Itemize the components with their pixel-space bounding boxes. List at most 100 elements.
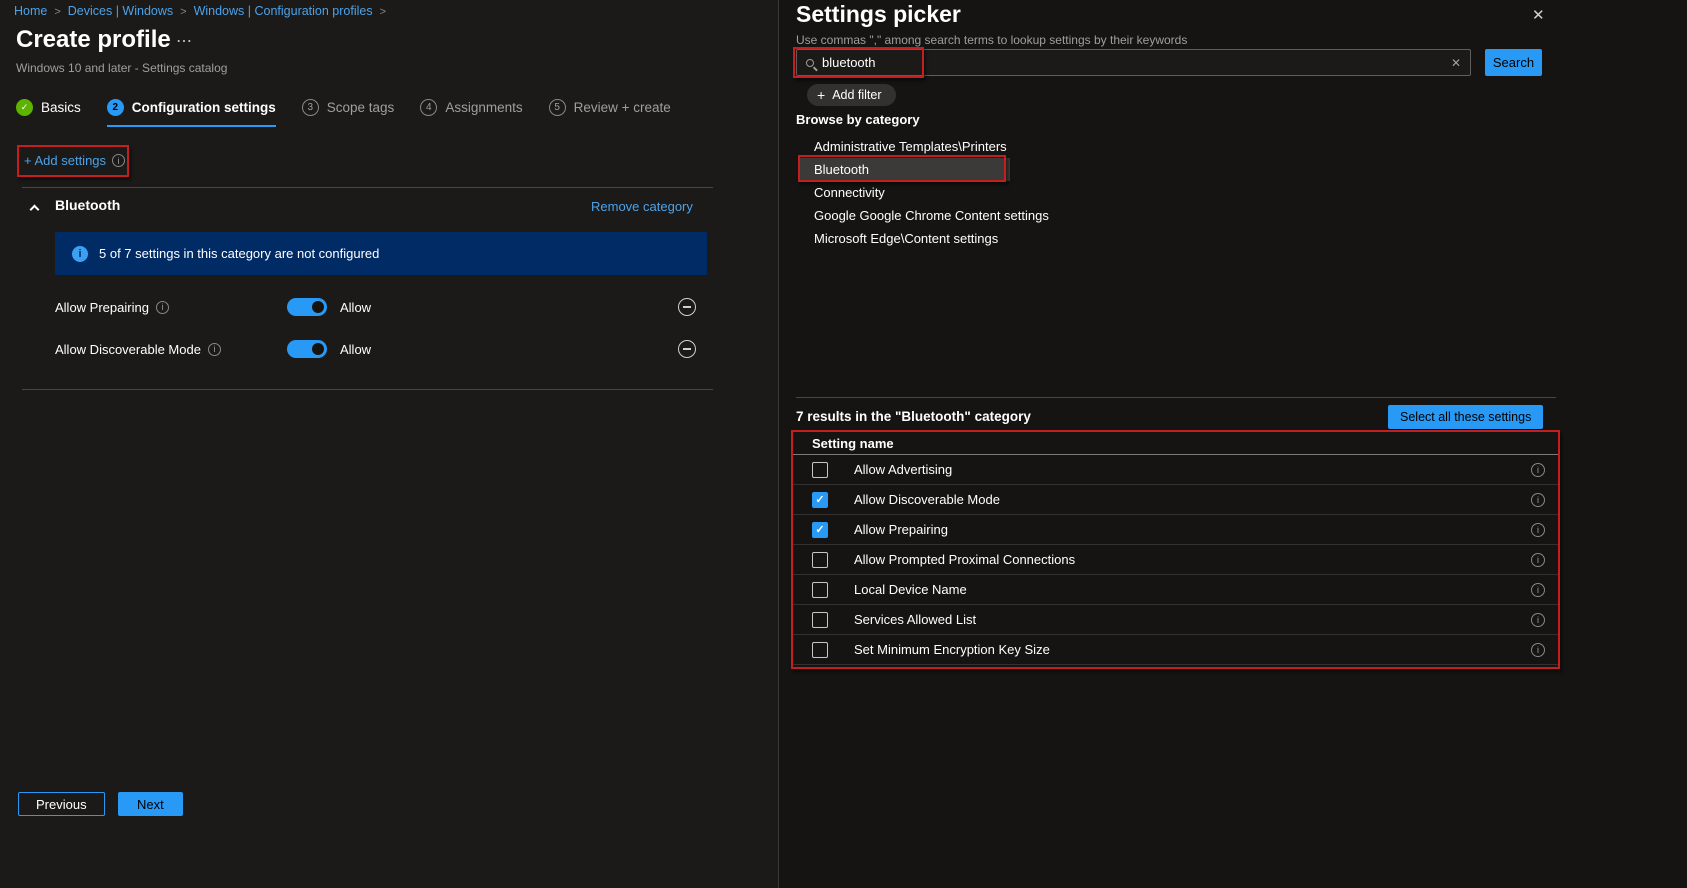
step-label: Basics: [41, 100, 81, 115]
select-all-settings-button[interactable]: Select all these settings: [1388, 405, 1544, 429]
create-profile-page: Home > Devices | Windows > Windows | Configu…: [0, 0, 778, 888]
search-input-container: ✕: [796, 49, 1471, 76]
info-icon: [72, 245, 88, 262]
step-number-badge: 5: [548, 99, 566, 116]
close-icon[interactable]: ✕: [1532, 6, 1545, 24]
setting-name: Allow Discoverable Mode: [854, 492, 1000, 507]
setting-row[interactable]: Allow Discoverable Mode: [793, 485, 1558, 515]
setting-name: Set Minimum Encryption Key Size: [854, 642, 1050, 657]
previous-button[interactable]: Previous: [18, 792, 105, 816]
setting-name: Allow Prepairing: [854, 522, 948, 537]
category-item-microsoft-edge-content-settings[interactable]: Microsoft Edge\Content settings: [800, 227, 1010, 250]
remove-setting-icon[interactable]: [678, 340, 696, 358]
plus-icon: +: [817, 87, 826, 103]
clear-search-icon[interactable]: ✕: [1451, 56, 1461, 70]
info-icon[interactable]: [1531, 642, 1545, 657]
info-icon[interactable]: [1531, 492, 1545, 507]
info-icon[interactable]: [1531, 612, 1545, 627]
breadcrumb-item-devices-windows[interactable]: Devices | Windows: [68, 4, 173, 18]
setting-checkbox[interactable]: [812, 491, 828, 508]
setting-label: Allow Prepairing: [55, 299, 149, 315]
panel-title: Settings picker: [796, 1, 961, 27]
setting-row-allow-prepairing: Allow Prepairing Allow: [55, 296, 715, 318]
search-button[interactable]: Search: [1485, 49, 1542, 76]
info-icon[interactable]: [1531, 462, 1545, 477]
breadcrumb-separator-icon: >: [180, 6, 187, 18]
wizard-steps: ✓ Basics 2 Configuration settings 3 Scop…: [16, 99, 671, 127]
step-number-badge: 3: [301, 99, 319, 116]
category-item-connectivity[interactable]: Connectivity: [800, 181, 1010, 204]
step-review-create[interactable]: 5 Review + create: [548, 99, 671, 125]
next-button[interactable]: Next: [118, 792, 183, 816]
step-label: Configuration settings: [131, 100, 276, 115]
setting-row[interactable]: Allow Prepairing: [793, 515, 1558, 545]
info-banner: 5 of 7 settings in this category are not…: [55, 232, 707, 275]
breadcrumb-item-configuration-profiles[interactable]: Windows | Configuration profiles: [194, 4, 373, 18]
category-item-google-chrome-content-settings[interactable]: Google Google Chrome Content settings: [800, 204, 1049, 227]
more-menu-icon[interactable]: ⋯: [176, 31, 193, 51]
setting-row[interactable]: Services Allowed List: [793, 605, 1558, 635]
divider: [796, 397, 1556, 398]
category-item-administrative-templates-printers[interactable]: Administrative Templates\Printers: [800, 135, 1010, 158]
step-label: Scope tags: [326, 100, 395, 115]
results-count-label: 7 results in the "Bluetooth" category: [796, 409, 1031, 424]
add-settings-link[interactable]: + Add settings: [24, 153, 126, 168]
breadcrumb-separator-icon: >: [379, 6, 387, 18]
setting-name: Local Device Name: [854, 582, 967, 597]
browse-by-category-label: Browse by category: [796, 112, 920, 127]
divider: [22, 389, 713, 390]
collapse-chevron-icon[interactable]: [29, 204, 40, 215]
search-icon: [806, 58, 814, 67]
allow-discoverable-mode-toggle[interactable]: [287, 340, 327, 358]
category-item-bluetooth[interactable]: Bluetooth: [800, 158, 1010, 181]
search-input[interactable]: [814, 55, 1451, 70]
toggle-value-label: Allow: [340, 299, 372, 315]
setting-row-allow-discoverable-mode: Allow Discoverable Mode Allow: [55, 338, 715, 360]
setting-checkbox[interactable]: [812, 611, 828, 628]
step-number-badge: 4: [420, 99, 438, 116]
setting-checkbox[interactable]: [812, 581, 828, 598]
add-filter-button[interactable]: + Add filter: [807, 84, 896, 106]
add-filter-label: Add filter: [832, 88, 882, 102]
panel-subtitle: Use commas "," among search terms to loo…: [796, 33, 1188, 47]
setting-checkbox[interactable]: [812, 641, 828, 658]
breadcrumb-item-home[interactable]: Home: [14, 4, 47, 18]
table-header-setting-name: Setting name: [793, 432, 1558, 455]
step-scope-tags[interactable]: 3 Scope tags: [301, 99, 395, 125]
toggle-value-label: Allow: [340, 341, 372, 357]
setting-row[interactable]: Allow Advertising: [793, 455, 1558, 485]
add-settings-label: + Add settings: [24, 153, 107, 168]
settings-picker-panel: Settings picker ✕ Use commas "," among s…: [778, 0, 1687, 888]
info-icon: [112, 154, 126, 167]
info-icon[interactable]: [155, 300, 169, 314]
page-subtitle: Windows 10 and later - Settings catalog: [16, 61, 228, 75]
step-basics[interactable]: ✓ Basics: [16, 99, 81, 125]
remove-category-link[interactable]: Remove category: [591, 199, 693, 214]
step-complete-icon: ✓: [16, 99, 33, 116]
breadcrumb-separator-icon: >: [54, 6, 61, 18]
step-configuration-settings[interactable]: 2 Configuration settings: [106, 99, 276, 127]
setting-checkbox[interactable]: [812, 461, 828, 478]
setting-row[interactable]: Allow Prompted Proximal Connections: [793, 545, 1558, 575]
info-icon[interactable]: [1531, 552, 1545, 567]
setting-label: Allow Discoverable Mode: [55, 341, 201, 357]
info-icon[interactable]: [207, 342, 221, 356]
step-assignments[interactable]: 4 Assignments: [420, 99, 523, 125]
breadcrumb: Home > Devices | Windows > Windows | Configu…: [14, 4, 393, 18]
setting-checkbox[interactable]: [812, 521, 828, 538]
setting-row[interactable]: Local Device Name: [793, 575, 1558, 605]
allow-prepairing-toggle[interactable]: [287, 298, 327, 316]
setting-checkbox[interactable]: [812, 551, 828, 568]
info-icon[interactable]: [1531, 522, 1545, 537]
info-banner-text: 5 of 7 settings in this category are not…: [99, 246, 380, 261]
setting-name: Allow Prompted Proximal Connections: [854, 552, 1076, 567]
setting-row[interactable]: Set Minimum Encryption Key Size: [793, 635, 1558, 665]
category-list: Administrative Templates\Printers Blueto…: [800, 135, 1049, 250]
remove-setting-icon[interactable]: [678, 298, 696, 316]
page-title: Create profile: [16, 26, 171, 53]
step-number-badge: 2: [106, 99, 124, 116]
info-icon[interactable]: [1531, 582, 1545, 597]
setting-name: Allow Advertising: [854, 462, 953, 477]
step-label: Review + create: [573, 100, 671, 115]
step-label: Assignments: [445, 100, 523, 115]
